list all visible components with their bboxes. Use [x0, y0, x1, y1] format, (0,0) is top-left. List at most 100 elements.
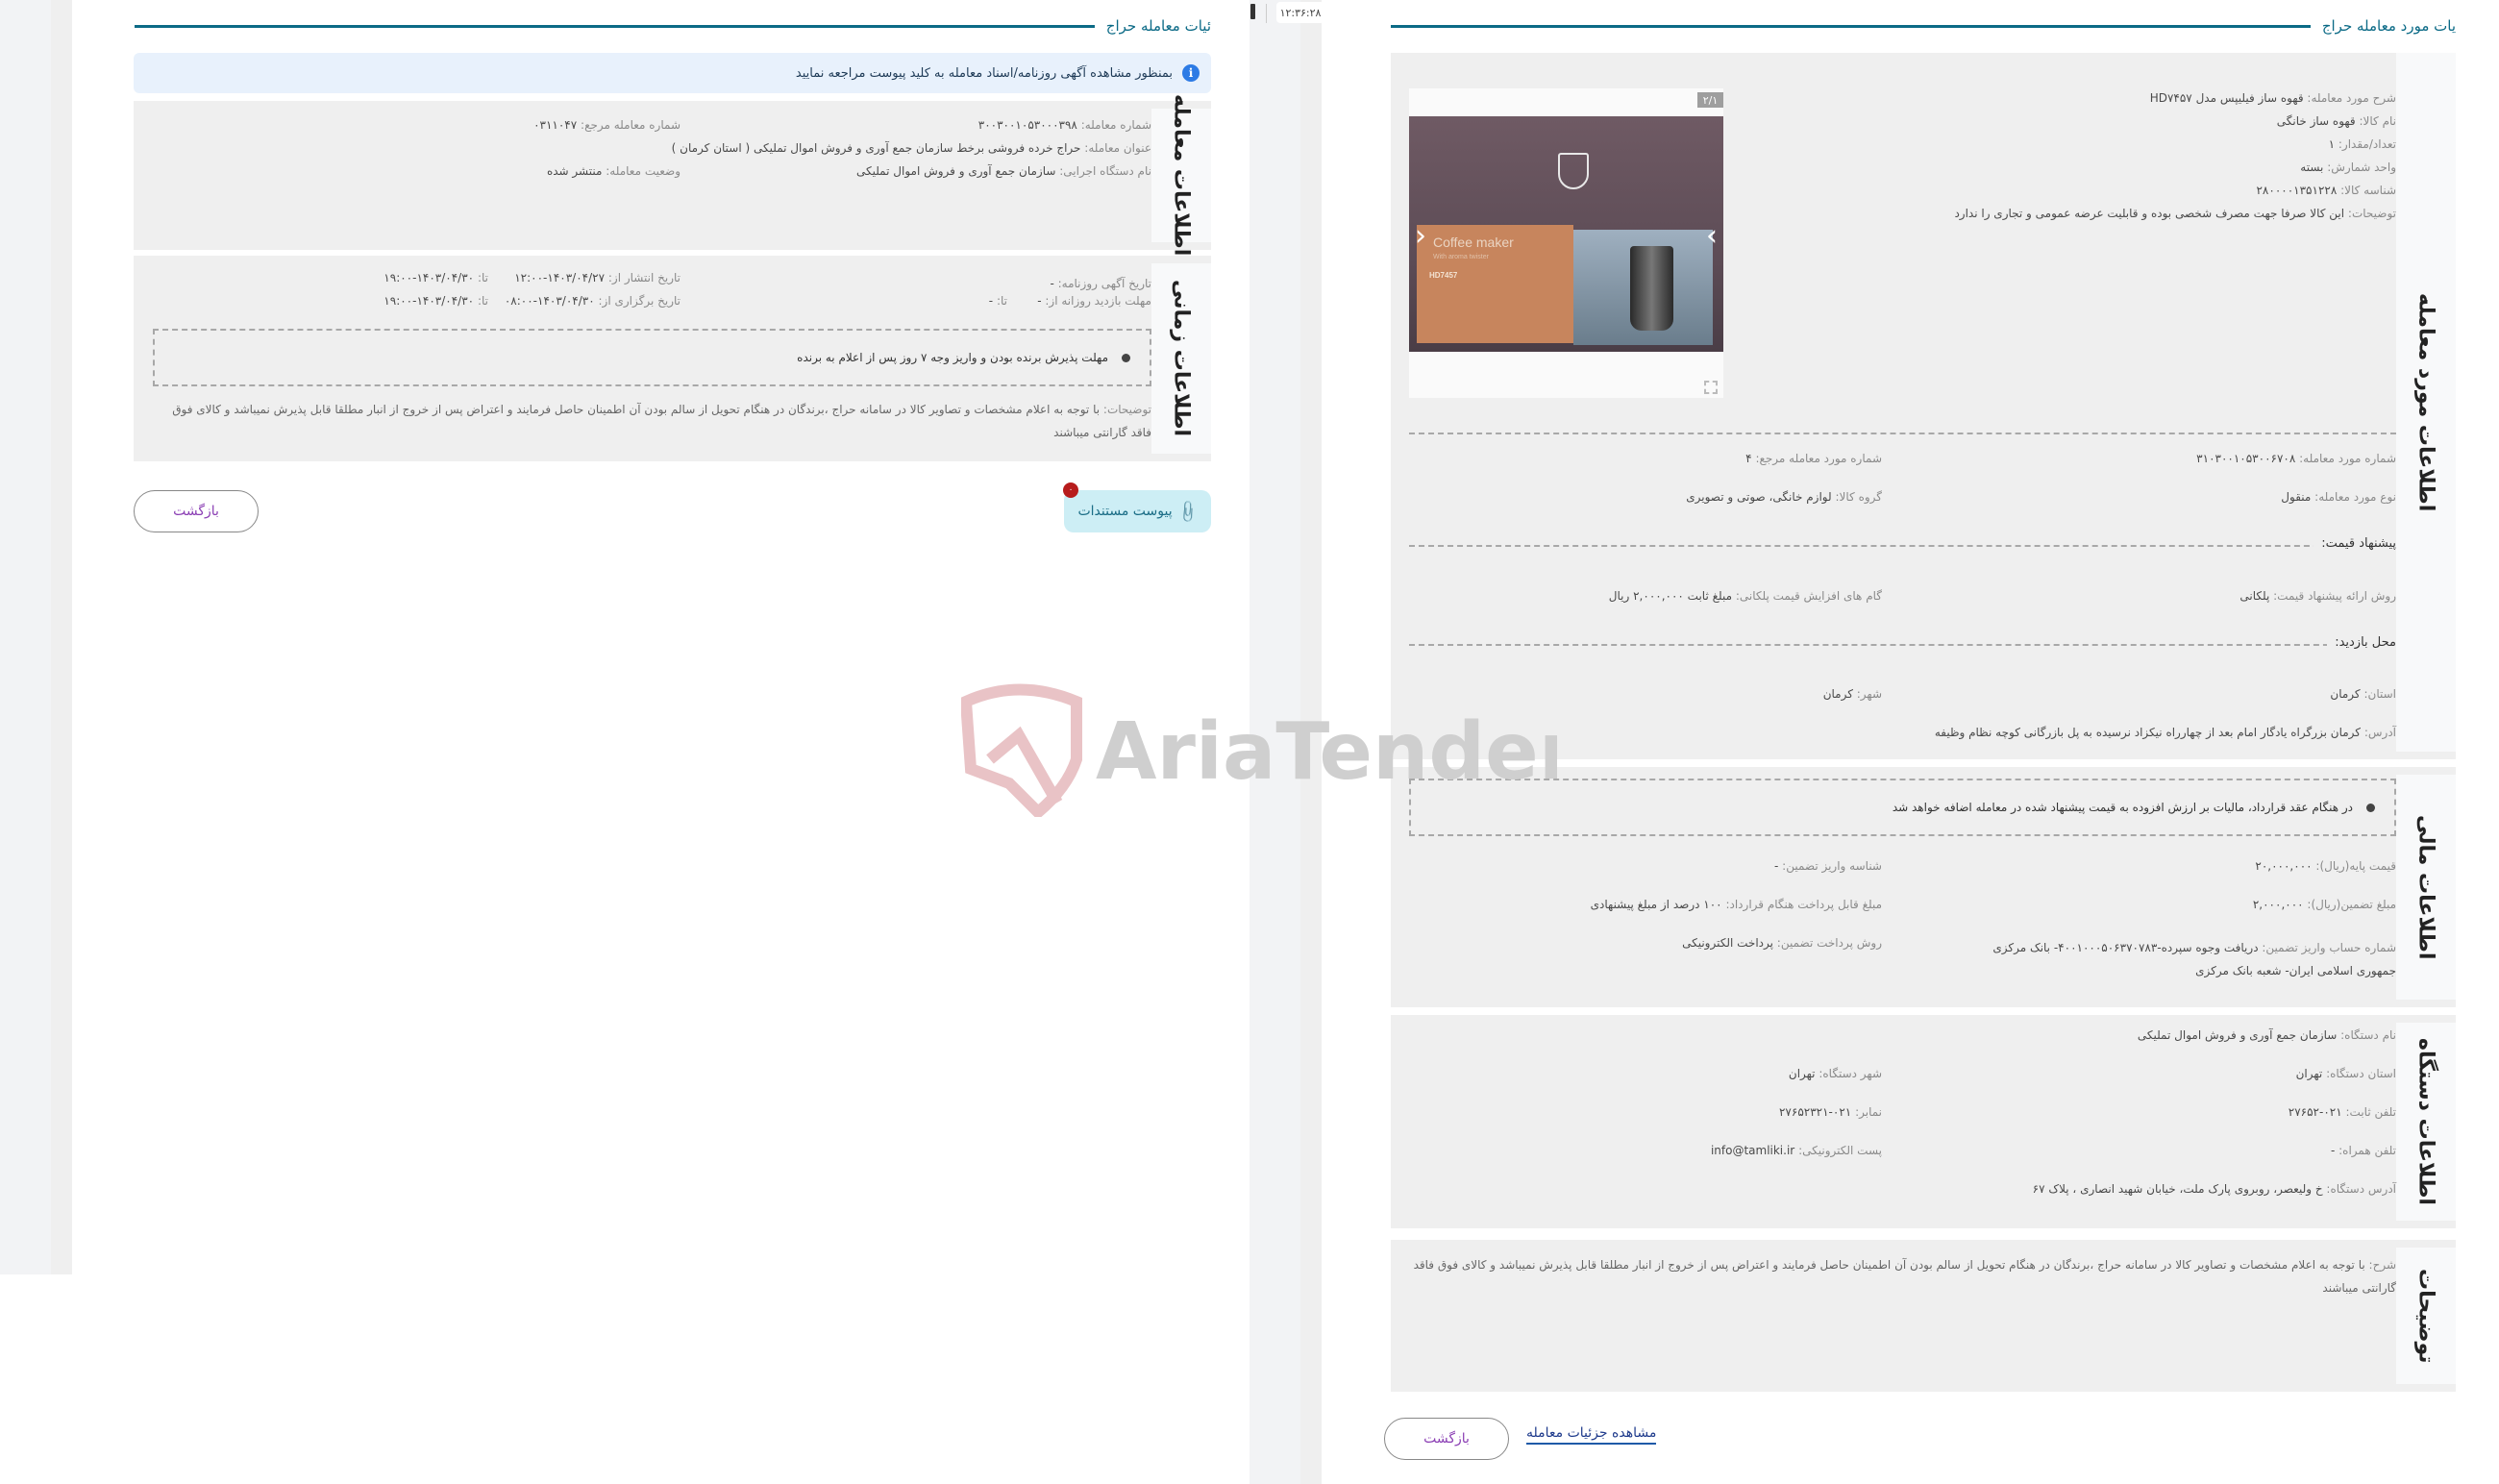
paperclip-icon: 📎 — [1174, 498, 1201, 525]
section-rule — [135, 24, 1095, 28]
item-notes-field: توضیحات: این کالا صرفا جهت مصرف شخصی بود… — [1954, 207, 2396, 220]
item-info-block: اطلاعات مورد معامله شرح مورد معامله: قهو… — [1391, 53, 2456, 759]
tab-deal-info[interactable]: اطلاعات معامله — [1151, 94, 1211, 257]
visit-place-heading: محل بازدید: — [2327, 635, 2396, 650]
notice-text: در هنگام عقد قرارداد، مالیات بر ارزش افز… — [1892, 801, 2353, 814]
fullscreen-icon[interactable] — [1704, 381, 1718, 394]
divider — [1409, 433, 2396, 434]
financial-info-block: اطلاعات مالی در هنگام عقد قرارداد، مالیا… — [1391, 767, 2456, 1007]
visit-to-field: تا: - — [988, 294, 1007, 308]
org-info-block: اطلاعات دستگاه نام دستگاه: سازمان جمع آو… — [1391, 1015, 2456, 1228]
section-title: یات مورد معامله حراج — [2321, 17, 2456, 35]
fax-field: نمابر: ۰۲۱-۲۷۶۵۲۳۲۱ — [1778, 1105, 1882, 1119]
bullet-icon — [2366, 803, 2375, 812]
section-title: ئیات معامله حراج — [1105, 17, 1211, 35]
visit-from-field: مهلت بازدید روزانه از: - — [1037, 294, 1151, 308]
price-offer-heading: پیشنهاد قیمت: — [2313, 536, 2396, 551]
divider — [1409, 545, 2396, 547]
mobile-field: تلفن همراه: - — [2330, 1144, 2396, 1157]
deal-title-field: عنوان معامله: حراج خرده فروشی برخط سازما… — [671, 141, 1151, 155]
attachments-count-badge: ۰ — [1063, 482, 1078, 498]
tab-label: اطلاعات مورد معامله — [2413, 292, 2438, 512]
price-steps-field: گام های افزایش قیمت پلکانی: مبلغ ثابت ۲,… — [1608, 589, 1882, 603]
background-strip — [1250, 0, 1300, 1484]
deal-info-content: شماره معامله: ۳۰۰۳۰۰۱۰۵۳۰۰۰۳۹۸ شماره معا… — [134, 101, 1151, 250]
clock: ۱۲:۳۶:۲۸ — [1276, 2, 1324, 23]
payment-method-field: روش پرداخت تضمین: پرداخت الکترونیکی — [1682, 936, 1882, 950]
email-field: پست الکترونیکی: info@tamliki.ir — [1710, 1144, 1882, 1157]
tab-label: اطلاعات معامله — [1169, 94, 1194, 257]
attachments-label: پیوست مستندات — [1077, 504, 1173, 519]
status-field: وضعیت معامله: منتشر شده — [546, 164, 680, 178]
info-banner: i بمنظور مشاهده آگهی روزنامه/اسناد معامل… — [134, 53, 1211, 93]
coffee-maker-image — [1630, 246, 1673, 331]
tab-financial-info[interactable]: اطلاعات مالی — [2396, 775, 2456, 1000]
base-price-field: قیمت پایه(ریال): ۲۰,۰۰۰,۰۰۰ — [2255, 859, 2396, 873]
org-city-field: شهر دستگاه: تهران — [1788, 1067, 1882, 1080]
deal-number-field: شماره معامله: ۳۰۰۳۰۰۱۰۵۳۰۰۰۳۹۸ — [977, 118, 1151, 132]
org-name-field: نام دستگاه: سازمان جمع آوری و فروش اموال… — [2137, 1028, 2396, 1042]
back-button-left[interactable]: بازگشت — [134, 490, 259, 532]
tab-time-info[interactable]: اطلاعات زمانی — [1151, 263, 1211, 454]
ref-number-field: شماره معامله مرجع: ۰۳۱۱۰۴۷ — [533, 118, 680, 132]
hold-from-field: تاریخ برگزاری از: ۱۴۰۳/۰۴/۳۰-۰۸:۰۰ — [504, 294, 680, 308]
notice-text: مهلت پذیرش برنده بودن و واریز وجه ۷ روز … — [797, 351, 1108, 364]
item-ref-field: شماره مورد معامله مرجع: ۴ — [1745, 452, 1882, 465]
org-info-content: نام دستگاه: سازمان جمع آوری و فروش اموال… — [1391, 1015, 2396, 1228]
tab-notes[interactable]: توضیحات — [2396, 1248, 2456, 1384]
item-info-content: شرح مورد معامله: قهوه ساز فیلیپس مدل HD۷… — [1391, 53, 2396, 759]
item-number-field: شماره مورد معامله: ۳۱۰۳۰۰۱۰۵۳۰۰۶۷۰۸ — [2196, 452, 2396, 465]
notes-content: شرح: با توجه به اعلام مشخصات و تصاویر کا… — [1391, 1240, 2396, 1392]
view-deal-details-link[interactable]: مشاهده جزئیات معامله — [1526, 1425, 1657, 1445]
menu-handle-icon[interactable] — [1250, 4, 1255, 19]
time-info-block: اطلاعات زمانی تاریخ آگهی روزنامه: - تاری… — [134, 256, 1211, 461]
account-field: شماره حساب واریز تضمین: دریافت وجوه سپرد… — [1992, 941, 2396, 977]
time-description: توضیحات: با توجه به اعلام مشخصات و تصاوی… — [172, 403, 1151, 439]
attachments-button[interactable]: 📎 پیوست مستندات ۰ — [1063, 482, 1211, 532]
bullet-icon — [1122, 353, 1130, 362]
philips-logo — [1558, 153, 1589, 189]
hold-to-field: تا: ۱۴۰۳/۰۴/۳۰-۱۹:۰۰ — [384, 294, 488, 308]
notes-text: شرح: با توجه به اعلام مشخصات و تصاویر کا… — [1413, 1258, 2396, 1295]
vat-notice: در هنگام عقد قرارداد، مالیات بر ارزش افز… — [1409, 779, 2396, 836]
offer-method-field: روش ارائه پیشنهاد قیمت: پلکانی — [2239, 589, 2396, 603]
publish-from-field: تاریخ انتشار از: ۱۴۰۳/۰۴/۲۷-۱۲:۰۰ — [514, 271, 680, 284]
goods-group-field: گروه کالا: لوازم خانگی، صوتی و تصویری — [1686, 490, 1882, 504]
notes-block: توضیحات شرح: با توجه به اعلام مشخصات و ت… — [1391, 1240, 2456, 1392]
tab-label: اطلاعات دستگاه — [2413, 1038, 2438, 1205]
item-type-field: نوع مورد معامله: منقول — [2281, 490, 2396, 504]
deal-details-header: ئیات معامله حراج — [135, 17, 1211, 35]
item-details-header: یات مورد معامله حراج — [1391, 17, 2456, 35]
section-rule — [1391, 24, 2311, 28]
financial-info-content: در هنگام عقد قرارداد، مالیات بر ارزش افز… — [1391, 767, 2396, 1007]
image-gallery[interactable]: ۲/۱ Coffee maker With aroma twister HD74… — [1409, 88, 1723, 398]
tab-label: توضیحات — [2413, 1268, 2438, 1364]
background-strip — [51, 0, 72, 1274]
visit-address-field: آدرس: کرمان بزرگراه یادگار امام بعد از چ… — [1934, 726, 2396, 739]
divider — [1266, 4, 1267, 23]
next-image-icon[interactable]: › — [1706, 222, 1718, 251]
back-button-right[interactable]: بازگشت — [1384, 1418, 1509, 1460]
guarantee-amount-field: مبلغ تضمین(ریال): ۲,۰۰۰,۰۰۰ — [2252, 898, 2396, 911]
tab-org-info[interactable]: اطلاعات دستگاه — [2396, 1023, 2456, 1221]
tab-label: اطلاعات زمانی — [1169, 280, 1194, 437]
background-strip — [0, 0, 51, 1274]
goods-name-field: نام کالا: قهوه ساز خانگی — [2276, 114, 2396, 128]
image-counter: ۲/۱ — [1697, 92, 1723, 108]
product-photo: Coffee maker With aroma twister HD7457 ‹… — [1409, 116, 1723, 352]
info-banner-text: بمنظور مشاهده آگهی روزنامه/اسناد معامله … — [795, 65, 1173, 81]
item-description-field: شرح مورد معامله: قهوه ساز فیلیپس مدل HD۷… — [2149, 91, 2396, 105]
visit-province-field: استان: کرمان — [2330, 687, 2396, 701]
payable-amount-field: مبلغ قابل پرداخت هنگام قرارداد: ۱۰۰ درصد… — [1590, 898, 1882, 911]
background-strip — [1300, 0, 1322, 1484]
goods-id-field: شناسه کالا: ۲۸۰۰۰۰۱۳۵۱۲۲۸ — [2256, 184, 2396, 197]
guarantee-id-field: شناسه واریز تضمین: - — [1774, 859, 1882, 873]
org-address-field: آدرس دستگاه: خ ولیعصر، روبروی پارک ملت، … — [2032, 1182, 2396, 1196]
deadline-notice: مهلت پذیرش برنده بودن و واریز وجه ۷ روز … — [153, 329, 1151, 386]
tab-item-info[interactable]: اطلاعات مورد معامله — [2396, 53, 2456, 752]
prev-image-icon[interactable]: ‹ — [1415, 222, 1426, 251]
executor-field: نام دستگاه اجرایی: سازمان جمع آوری و فرو… — [855, 164, 1151, 178]
deal-info-block: اطلاعات معامله شماره معامله: ۳۰۰۳۰۰۱۰۵۳۰… — [134, 94, 1211, 257]
time-info-content: تاریخ آگهی روزنامه: - تاریخ انتشار از: ۱… — [134, 256, 1151, 461]
unit-field: واحد شمارش: بسته — [2300, 161, 2396, 174]
